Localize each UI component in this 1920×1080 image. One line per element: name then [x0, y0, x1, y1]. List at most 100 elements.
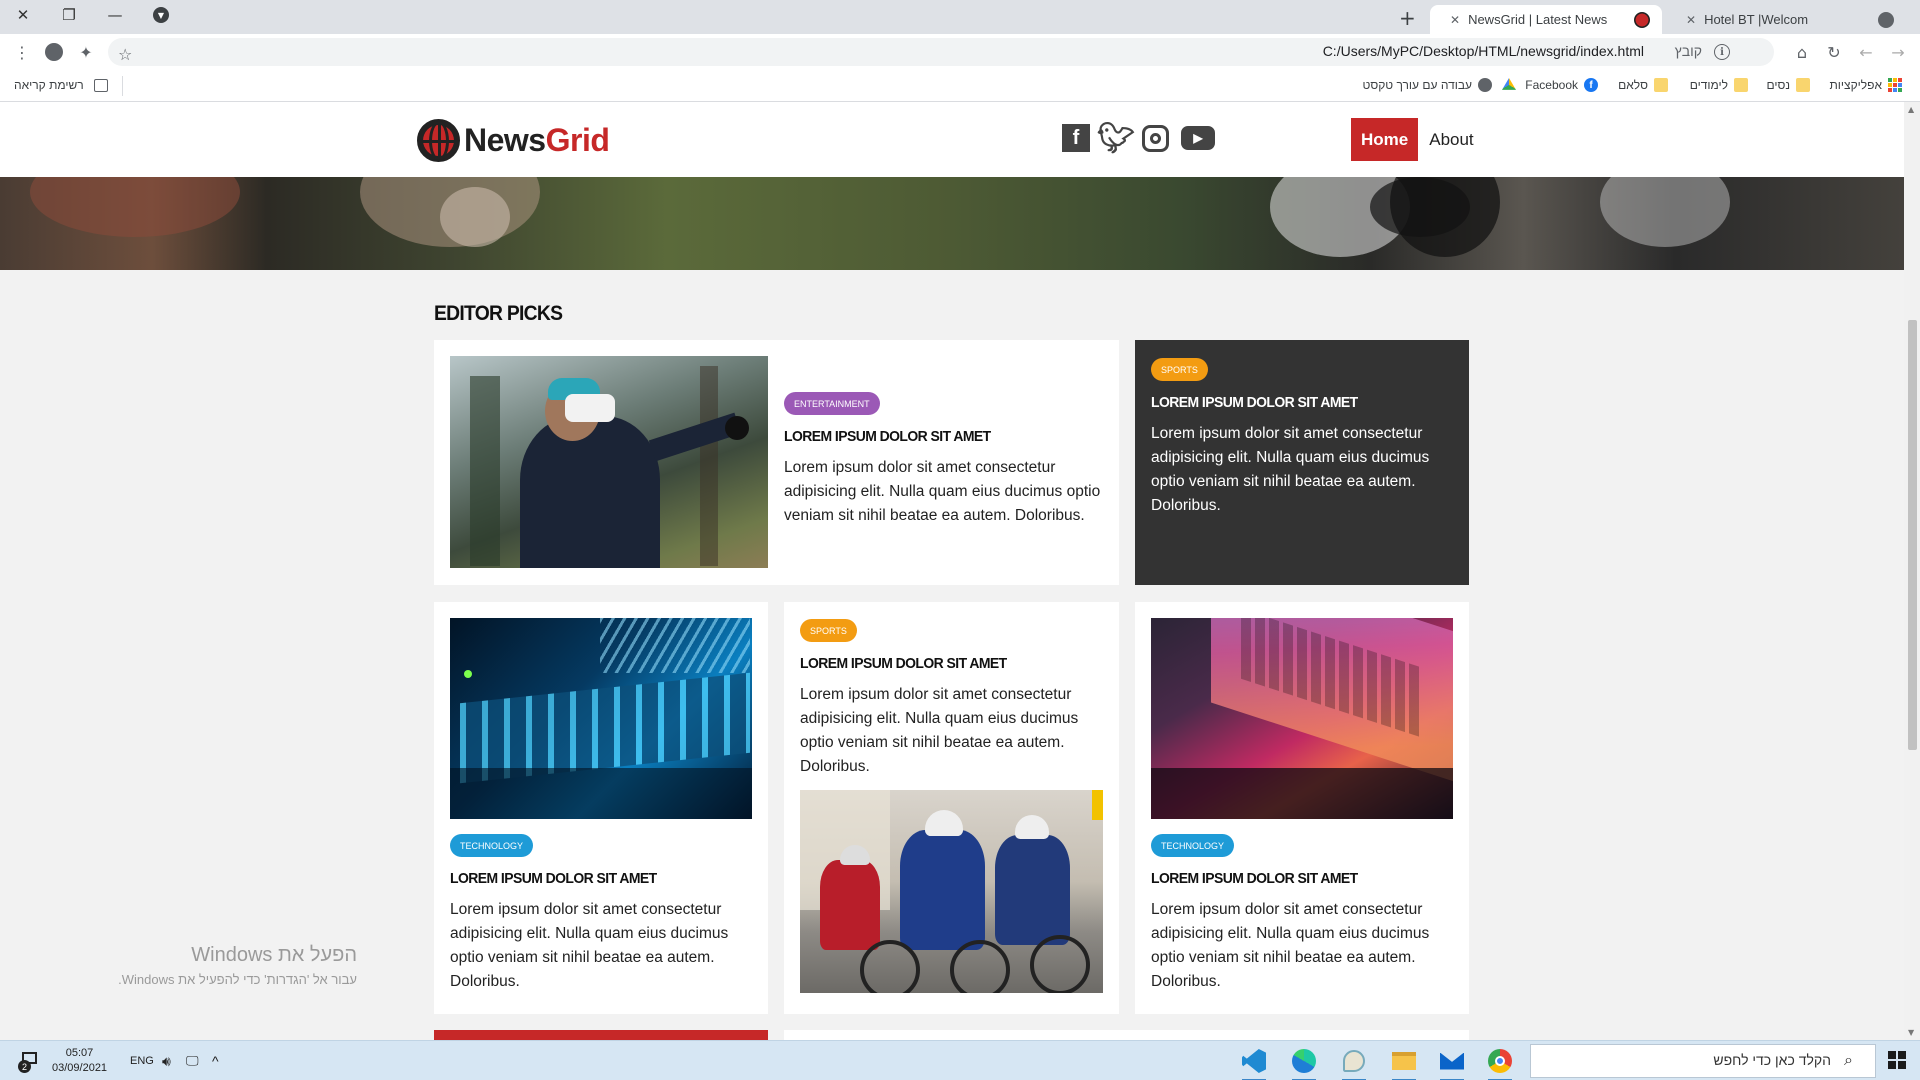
network-icon[interactable]: 🖵︎	[186, 1041, 199, 1080]
windows-taskbar: 2 05:07 03/09/2021 ENG 🔊︎ 🖵︎ ^ הקלד כאן …	[0, 1040, 1920, 1080]
action-center-icon[interactable]: 2	[18, 1041, 40, 1080]
folder-icon	[1654, 78, 1668, 92]
instagram-icon[interactable]	[1142, 124, 1169, 152]
profile-icon[interactable]	[42, 41, 66, 63]
bookmark-label: עבודה עם עורך טקסט	[1362, 78, 1472, 92]
article-title[interactable]: LOREM IPSUM DOLOR SIT AMET	[784, 428, 991, 445]
bookmark-folder-nisim[interactable]: נסים	[1766, 78, 1810, 92]
vr-headset-image	[450, 356, 768, 568]
close-tab-icon[interactable]: ✕	[1450, 13, 1460, 27]
site-info-icon[interactable]: i	[1714, 44, 1730, 60]
section-title-editor-picks: EDITOR PICKS	[434, 302, 563, 325]
newsgrid-logo[interactable]: NewsGrid	[417, 119, 610, 162]
bookmark-facebook[interactable]: f Facebook	[1525, 78, 1598, 92]
scroll-down-icon[interactable]: ▼	[1908, 1028, 1914, 1037]
address-bar[interactable]: ☆ C:/Users/MyPC/Desktop/HTML/newsgrid/in…	[108, 38, 1774, 66]
clock-time: 05:07	[65, 1047, 94, 1059]
windows-start-icon[interactable]	[1888, 1051, 1906, 1069]
restore-window-icon[interactable]: ❐	[46, 0, 92, 30]
category-tag[interactable]: Sports	[1151, 358, 1208, 381]
volume-icon[interactable]: 🔊︎	[162, 1041, 171, 1080]
tab-newsgrid[interactable]: ✕ NewsGrid | Latest News	[1430, 5, 1662, 34]
home-icon[interactable]: ⌂	[1790, 41, 1814, 63]
bookmark-folder-limudim[interactable]: לימודים	[1690, 78, 1748, 92]
tab-hotel[interactable]: ✕ Hotel BT |Welcom	[1666, 5, 1906, 34]
extensions-icon[interactable]: ✦	[74, 41, 98, 63]
facebook-icon[interactable]: f	[1062, 124, 1090, 152]
scroll-up-icon[interactable]: ▲	[1908, 105, 1914, 114]
category-tag[interactable]: Entertainment	[784, 392, 880, 415]
category-tag[interactable]: Technology	[450, 834, 534, 857]
paint-icon[interactable]	[1338, 1045, 1370, 1080]
server-rack-image	[450, 618, 752, 819]
vscode-icon[interactable]	[1238, 1045, 1270, 1080]
reading-list-button[interactable]: רשימת קריאה	[14, 78, 108, 92]
article-excerpt: Lorem ipsum dolor sit amet consectetur a…	[450, 901, 729, 990]
globe-favicon-icon	[1634, 11, 1650, 28]
article-card-partial[interactable]	[434, 1030, 768, 1040]
bookmark-google-drive[interactable]	[1496, 78, 1516, 92]
file-explorer-icon[interactable]	[1388, 1045, 1420, 1080]
main-nav: Home About	[1351, 118, 1474, 161]
bookmark-label: לימודים	[1689, 78, 1728, 92]
tab-title: Hotel BT |Welcom	[1704, 12, 1809, 27]
minimize-window-icon[interactable]: —	[92, 0, 138, 30]
taskbar-clock[interactable]: 05:07 03/09/2021	[52, 1046, 107, 1076]
nav-home-link[interactable]: Home	[1351, 118, 1419, 161]
close-window-icon[interactable]: ✕	[0, 0, 46, 30]
article-title[interactable]: LOREM IPSUM DOLOR SIT AMET	[1151, 870, 1358, 887]
youtube-icon[interactable]: ▶	[1181, 126, 1215, 150]
article-card-featured[interactable]: Sports LOREM IPSUM DOLOR SIT AMET Lorem …	[1135, 340, 1469, 585]
edge-icon[interactable]	[1288, 1045, 1320, 1080]
show-hidden-icons-chevron-icon[interactable]: ^	[212, 1041, 219, 1080]
windows-activation-subtitle: עבור אל 'הגדרות' כדי להפעיל את Windows.	[118, 972, 357, 987]
tab-search-icon[interactable]: ▼	[138, 0, 184, 30]
close-tab-icon[interactable]: ✕	[1686, 13, 1696, 27]
article-card[interactable]: Technology LOREM IPSUM DOLOR SIT AMET Lo…	[1135, 602, 1469, 1014]
category-tag[interactable]: Technology	[1151, 834, 1235, 857]
windows-activation-title: הפעל את Windows	[191, 944, 357, 966]
article-card-partial[interactable]	[784, 1030, 1469, 1040]
laptop-image	[1151, 618, 1453, 819]
taskbar-search-input[interactable]: הקלד כאן כדי לחפש ⌕	[1530, 1044, 1876, 1078]
bookmark-apps[interactable]: אפליקציות	[1830, 78, 1902, 92]
logo-text-news: News	[464, 122, 546, 158]
article-excerpt: Lorem ipsum dolor sit amet consectetur a…	[1151, 425, 1430, 514]
article-card[interactable]: Technology LOREM IPSUM DOLOR SIT AMET Lo…	[434, 602, 768, 1014]
article-card[interactable]: Entertainment LOREM IPSUM DOLOR SIT AMET…	[434, 340, 1119, 585]
scrollbar-thumb[interactable]	[1908, 320, 1917, 750]
menu-kebab-icon[interactable]: ⋮	[10, 41, 34, 63]
browser-tab-bar: ✕ ❐ — ▼ + ✕ NewsGrid | Latest News ✕ Hot…	[0, 0, 1920, 34]
hero-image	[0, 177, 1904, 270]
nav-about-link[interactable]: About	[1429, 130, 1473, 150]
reading-list-icon	[93, 78, 108, 92]
article-title[interactable]: LOREM IPSUM DOLOR SIT AMET	[800, 655, 1007, 672]
folder-icon	[1796, 78, 1810, 92]
new-tab-icon[interactable]: +	[1399, 6, 1416, 30]
cyclists-image	[800, 790, 1103, 993]
article-card[interactable]: Sports LOREM IPSUM DOLOR SIT AMET Lorem …	[784, 602, 1119, 1014]
article-title[interactable]: LOREM IPSUM DOLOR SIT AMET	[1151, 394, 1358, 411]
twitter-icon[interactable]: 🐦︎	[1097, 122, 1135, 155]
article-title[interactable]: LOREM IPSUM DOLOR SIT AMET	[450, 870, 657, 887]
page-scrollbar[interactable]: ▲ ▼	[1904, 102, 1920, 1040]
article-excerpt: Lorem ipsum dolor sit amet consectetur a…	[1151, 901, 1430, 990]
bookmark-folder-salam[interactable]: סלאם	[1618, 78, 1668, 92]
mail-icon[interactable]	[1436, 1045, 1468, 1080]
bookmark-star-icon[interactable]: ☆	[118, 45, 132, 64]
search-placeholder: הקלד כאן כדי לחפש	[1713, 1052, 1831, 1068]
folder-icon	[1734, 78, 1748, 92]
bookmark-text-editor[interactable]: עבודה עם עורך טקסט	[1363, 78, 1492, 92]
bookmark-label: נסים	[1766, 78, 1790, 92]
apps-icon	[1888, 78, 1902, 92]
tab-title: NewsGrid | Latest News	[1468, 12, 1608, 27]
back-icon[interactable]: →	[1886, 41, 1910, 63]
language-indicator[interactable]: ENG	[130, 1041, 154, 1080]
forward-icon[interactable]: ←	[1854, 41, 1878, 63]
bookmark-label: אפליקציות	[1829, 78, 1882, 92]
chrome-icon[interactable]	[1484, 1045, 1516, 1080]
category-tag[interactable]: Sports	[800, 619, 857, 642]
reading-list-label: רשימת קריאה	[14, 78, 84, 92]
url-scheme-label: קובץ	[1674, 43, 1702, 59]
reload-icon[interactable]: ↻	[1822, 41, 1846, 63]
